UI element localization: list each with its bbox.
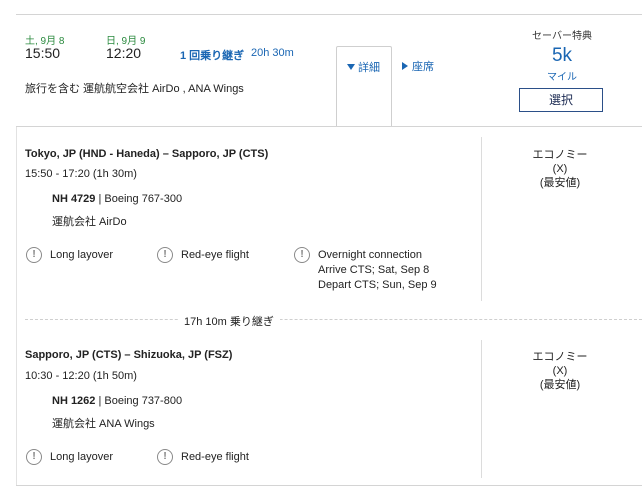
layover-divider bbox=[25, 319, 642, 320]
tab-details-label: 詳細 bbox=[358, 62, 380, 74]
segment-times: 10:30 - 12:20 (1h 50m) bbox=[25, 370, 137, 382]
exclamation-circle-icon: ! bbox=[157, 247, 173, 263]
segment-operator: 運航会社 AirDo bbox=[52, 216, 127, 228]
details-left-border bbox=[16, 127, 17, 485]
tab-details[interactable]: 詳細 bbox=[336, 46, 392, 126]
warning-overnight: ! Overnight connection Arrive CTS; Sat, … bbox=[294, 247, 454, 294]
departure-time: 15:50 bbox=[25, 45, 61, 61]
segment-divider bbox=[481, 137, 482, 301]
fare-amount: 5k bbox=[551, 45, 573, 66]
fare-unit: マイル bbox=[547, 72, 577, 83]
exclamation-circle-icon: ! bbox=[294, 247, 310, 263]
segment-divider bbox=[481, 340, 482, 478]
segment-route: Tokyo, JP (HND - Haneda) – Sapporo, JP (… bbox=[25, 148, 269, 160]
layover-duration: 17h 10m 乗り継ぎ bbox=[178, 313, 280, 329]
fare-type-label: セーバー特典 bbox=[532, 31, 592, 42]
segment-operator: 運航会社 ANA Wings bbox=[52, 418, 155, 430]
top-divider bbox=[16, 14, 642, 15]
segment-flight-info: NH 4729 | Boeing 767-300 bbox=[52, 193, 183, 205]
segment-flight-info: NH 1262 | Boeing 737-800 bbox=[52, 395, 183, 407]
segment-times: 15:50 - 17:20 (1h 30m) bbox=[25, 168, 137, 180]
tab-seats[interactable]: 座席 bbox=[402, 58, 434, 74]
exclamation-circle-icon: ! bbox=[26, 449, 42, 465]
arrival-time: 12:20 bbox=[106, 45, 142, 61]
segment-route: Sapporo, JP (CTS) – Shizuoka, JP (FSZ) bbox=[25, 349, 233, 361]
operators-text: 旅行を含む 運航航空会社 AirDo , ANA Wings bbox=[25, 83, 244, 95]
total-duration: 20h 30m bbox=[251, 47, 294, 59]
exclamation-circle-icon: ! bbox=[26, 247, 42, 263]
overnight-depart: Depart CTS; Sun, Sep 9 bbox=[318, 279, 437, 291]
overnight-arrive: Arrive CTS; Sat, Sep 8 bbox=[318, 264, 430, 276]
cabin-class: エコノミー (X) (最安値) bbox=[532, 351, 588, 391]
details-top-divider bbox=[16, 126, 642, 127]
stops-link[interactable]: 1 回乗り継ぎ bbox=[180, 47, 244, 63]
cabin-class: エコノミー (X) (最安値) bbox=[532, 149, 588, 189]
tab-seats-label: 座席 bbox=[412, 61, 434, 73]
triangle-right-icon bbox=[402, 62, 408, 70]
triangle-down-icon bbox=[347, 64, 355, 70]
select-button[interactable]: 選択 bbox=[519, 88, 603, 112]
exclamation-circle-icon: ! bbox=[157, 449, 173, 465]
bottom-divider bbox=[16, 485, 642, 486]
